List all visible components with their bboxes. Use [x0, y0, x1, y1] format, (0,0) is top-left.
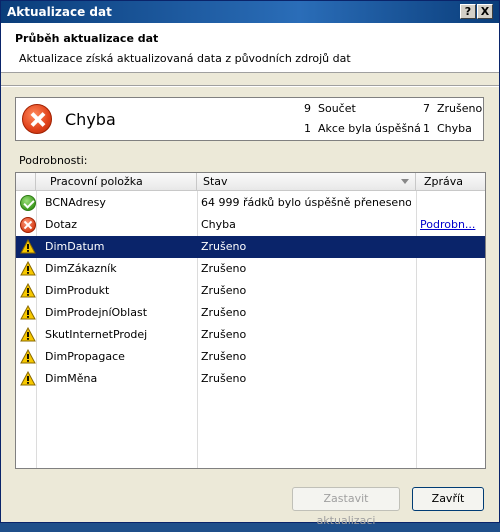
error-icon — [22, 104, 52, 134]
cell-status: Zrušeno — [201, 262, 247, 275]
error-label: Chyba — [437, 122, 472, 135]
column-header-status-label: Stav — [203, 175, 228, 188]
cell-work-item: DimProdejníOblast — [45, 306, 148, 319]
cell-work-item: DimZákazník — [45, 262, 117, 275]
warning-icon — [20, 349, 36, 365]
refresh-dialog: Aktualizace dat ? X Průběh aktualizace d… — [0, 0, 500, 527]
error-icon — [20, 217, 36, 233]
cell-status: Chyba — [201, 218, 236, 231]
cell-status: Zrušeno — [201, 284, 247, 297]
total-count: 9 — [304, 102, 311, 115]
cell-message — [420, 192, 484, 214]
column-header-status[interactable]: Stav — [197, 173, 416, 191]
icon-column-header[interactable] — [16, 173, 36, 191]
table-row[interactable]: DimDatum Zrušeno — [16, 236, 485, 258]
grid-header: Pracovní položka Stav Zpráva — [16, 173, 485, 191]
column-header-item[interactable]: Pracovní položka — [36, 173, 197, 191]
table-row[interactable]: DimPropagace Zrušeno — [16, 346, 485, 368]
column-header-message[interactable]: Zpráva — [416, 173, 485, 191]
status-panel: Chyba 9 Součet 1 Akce byla úspěšná 7 Zru… — [15, 97, 484, 141]
cancelled-count: 7 — [423, 102, 430, 115]
details-grid[interactable]: Pracovní položka Stav Zpráva BCNAdresy 64… — [15, 172, 486, 469]
warning-icon — [20, 327, 36, 343]
cell-message — [420, 258, 484, 280]
window-title: Aktualizace dat — [7, 5, 112, 19]
status-text: Chyba — [65, 110, 116, 129]
close-window-button[interactable]: X — [477, 4, 493, 19]
cell-message — [420, 280, 484, 302]
cell-status: Zrušeno — [201, 306, 247, 319]
success-icon — [20, 195, 36, 211]
close-button[interactable]: Zavřít — [412, 487, 484, 511]
success-count: 1 — [304, 122, 311, 135]
cell-work-item: Dotaz — [45, 218, 78, 231]
cell-work-item: DimPropagace — [45, 350, 125, 363]
cell-status: Zrušeno — [201, 328, 247, 341]
cell-status: Zrušeno — [201, 350, 247, 363]
table-row[interactable]: DimMěna Zrušeno — [16, 368, 485, 390]
total-label: Součet — [318, 102, 356, 115]
cell-message — [420, 324, 484, 346]
cell-work-item: DimDatum — [45, 240, 105, 253]
stop-refresh-button[interactable]: Zastavit aktualizaci — [292, 487, 400, 527]
header-divider — [1, 85, 499, 87]
table-row[interactable]: BCNAdresy 64 999 řádků bylo úspěšně přene… — [16, 192, 485, 214]
table-row[interactable]: SkutInternetProdej Zrušeno — [16, 324, 485, 346]
cell-work-item: BCNAdresy — [45, 196, 106, 209]
sort-descending-icon — [401, 179, 409, 184]
header-title: Průběh aktualizace dat — [15, 32, 159, 45]
cell-work-item: SkutInternetProdej — [45, 328, 148, 341]
cell-message — [420, 302, 484, 324]
details-link[interactable]: Podrobn... — [420, 214, 484, 236]
warning-icon — [20, 371, 36, 387]
warning-icon — [20, 305, 36, 321]
cell-work-item: DimProdukt — [45, 284, 110, 297]
cancelled-label: Zrušeno — [437, 102, 483, 115]
cell-message — [420, 368, 484, 390]
success-label: Akce byla úspěšná — [318, 122, 421, 135]
warning-icon — [20, 239, 36, 255]
cell-status: 64 999 řádků bylo úspěšně přeneseno. — [201, 196, 411, 209]
error-count: 1 — [423, 122, 430, 135]
cell-status: Zrušeno — [201, 372, 247, 385]
cell-message — [420, 236, 484, 258]
cell-message — [420, 346, 484, 368]
table-row[interactable]: DimProdukt Zrušeno — [16, 280, 485, 302]
table-row[interactable]: DimProdejníOblast Zrušeno — [16, 302, 485, 324]
dialog-header: Průběh aktualizace dat Aktualizace získá… — [1, 23, 499, 73]
table-row[interactable]: Dotaz Chyba Podrobn... — [16, 214, 485, 236]
help-button[interactable]: ? — [460, 4, 476, 19]
title-bar: Aktualizace dat ? X — [1, 1, 499, 23]
cell-status: Zrušeno — [201, 240, 247, 253]
warning-icon — [20, 261, 36, 277]
cell-work-item: DimMěna — [45, 372, 98, 385]
header-description: Aktualizace získá aktualizovaná data z p… — [19, 52, 351, 65]
details-label: Podrobnosti: — [19, 154, 88, 167]
warning-icon — [20, 283, 36, 299]
table-row[interactable]: DimZákazník Zrušeno — [16, 258, 485, 280]
